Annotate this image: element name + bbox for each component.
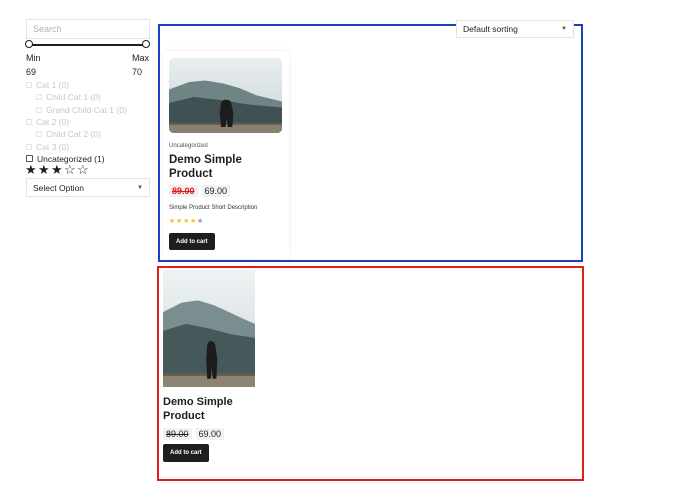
star-icon: ★ xyxy=(169,218,176,225)
checkbox-icon[interactable] xyxy=(26,143,32,150)
select-option-dropdown[interactable]: Select Option ▼ xyxy=(26,178,150,197)
product-price: 89.00 69.00 xyxy=(163,428,225,440)
product-card[interactable]: Uncategorized Demo Simple Product 89.00 … xyxy=(163,51,289,259)
checkbox-icon[interactable] xyxy=(26,82,32,89)
category-label: Cat 1 (0) xyxy=(36,80,70,91)
star-icon: ★ xyxy=(197,218,204,225)
category-label: Child Cat 1 (0) xyxy=(46,92,101,103)
star-icon: ★ xyxy=(183,218,190,225)
sorting-label: Default sorting xyxy=(463,24,518,34)
star-filled-icon[interactable]: ★ xyxy=(25,163,37,177)
category-label: Child Cat 2 (0) xyxy=(46,129,101,140)
product-title[interactable]: Demo Simple Product xyxy=(163,395,263,423)
checkbox-icon[interactable] xyxy=(36,106,42,113)
category-filter-item[interactable]: Child Cat 2 (0) xyxy=(26,128,156,140)
old-price: 89.00 xyxy=(169,185,198,197)
star-outline-icon[interactable]: ☆ xyxy=(64,163,76,177)
checkbox-icon[interactable] xyxy=(36,94,42,101)
product-image[interactable] xyxy=(169,58,282,133)
chevron-down-icon: ▼ xyxy=(137,184,143,191)
checkbox-icon[interactable] xyxy=(36,131,42,138)
search-input[interactable] xyxy=(26,19,150,39)
category-filter-item[interactable]: Cat 2 (0) xyxy=(26,116,156,128)
price-max-label: Max xyxy=(132,53,150,63)
star-outline-icon[interactable]: ☆ xyxy=(77,163,89,177)
rating-filter[interactable]: ★ ★ ★ ☆ ☆ xyxy=(25,163,89,177)
price-slider-max-handle[interactable] xyxy=(142,40,150,48)
product-short-description: Simple Product Short Description xyxy=(169,205,258,211)
sale-price: 69.00 xyxy=(201,185,231,197)
add-to-cart-button[interactable]: Add to cart xyxy=(163,444,209,462)
price-min-label: Min xyxy=(26,53,41,63)
product-title[interactable]: Demo Simple Product xyxy=(169,153,279,181)
star-icon: ★ xyxy=(190,218,197,225)
select-option-label: Select Option xyxy=(33,182,85,193)
add-to-cart-button[interactable]: Add to cart xyxy=(169,233,215,250)
category-filter-list: Cat 1 (0) Child Cat 1 (0) Grand Child Cat … xyxy=(26,79,156,165)
star-filled-icon[interactable]: ★ xyxy=(51,163,63,177)
price-slider-min-handle[interactable] xyxy=(25,40,33,48)
old-price: 89.00 xyxy=(163,428,192,440)
category-filter-item[interactable]: Grand Child Cat 1 (0) xyxy=(26,104,156,116)
price-min-value: 69 xyxy=(26,67,37,77)
price-max-value: 70 xyxy=(132,67,143,77)
product-price: 89.00 69.00 xyxy=(169,185,231,197)
category-label: Grand Child Cat 1 (0) xyxy=(46,104,127,115)
product-category[interactable]: Uncategorized xyxy=(169,143,208,149)
category-filter-item[interactable]: Child Cat 1 (0) xyxy=(26,91,156,103)
star-filled-icon[interactable]: ★ xyxy=(38,163,50,177)
sale-price: 69.00 xyxy=(195,428,225,440)
star-icon: ★ xyxy=(176,218,183,225)
product-image[interactable] xyxy=(163,270,255,387)
sorting-dropdown[interactable]: Default sorting ▼ xyxy=(456,20,574,38)
price-slider-track[interactable] xyxy=(29,44,146,46)
chevron-down-icon: ▼ xyxy=(561,26,567,32)
category-label: Cat 3 (0) xyxy=(36,141,70,152)
category-filter-item[interactable]: Cat 3 (0) xyxy=(26,140,156,152)
category-label: Cat 2 (0) xyxy=(36,117,70,128)
category-filter-item[interactable]: Cat 1 (0) xyxy=(26,79,156,91)
product-rating: ★ ★ ★ ★ ★ xyxy=(169,218,204,226)
checkbox-icon[interactable] xyxy=(26,119,32,126)
